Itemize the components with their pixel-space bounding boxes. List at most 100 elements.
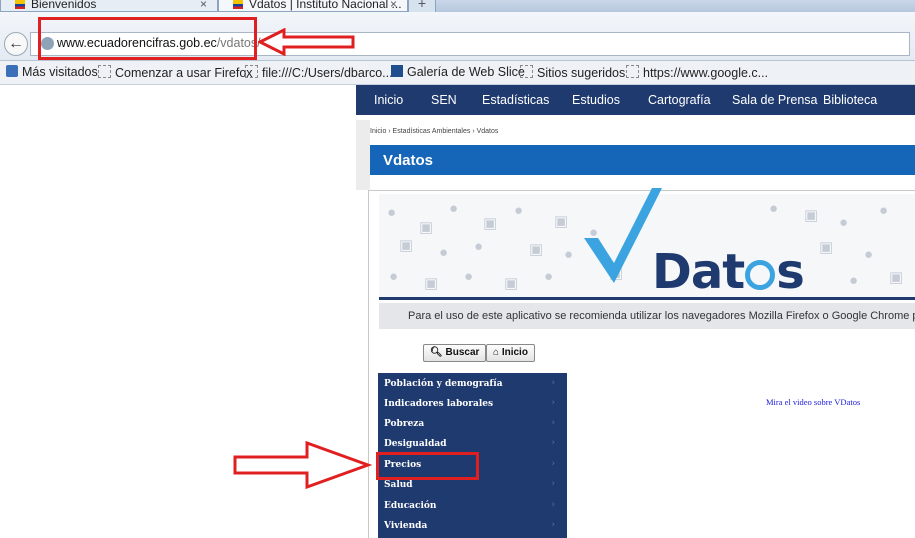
decor-icon: ▣ [483,215,498,232]
back-arrow-icon: ← [8,35,24,52]
nav-cartografia[interactable]: Cartografía [648,93,711,107]
banner-divider [379,297,915,300]
notice-text: Para el uso de este aplicativo se recomi… [408,310,915,322]
decor-icon: ● [439,244,449,261]
new-tab-button[interactable]: + [408,0,436,12]
decor-icon: ● [474,238,484,255]
bookmark-label: https://www.google.c... [643,66,769,80]
bookmark-google[interactable]: https://www.google.c... [626,65,768,80]
menu-item-label: Población y demografía [384,379,503,389]
menu-item-vivienda[interactable]: Vivienda › [378,517,567,537]
bookmark-comenzar-firefox[interactable]: Comenzar a usar Firefox [98,65,253,80]
decor-icon: ● [514,202,524,219]
bookmark-label: Más visitados [22,65,98,79]
nav-inicio[interactable]: Inicio [374,93,403,107]
menu-item-poblacion[interactable]: Población y demografía › [378,375,567,395]
bookmark-sitios-sugeridos[interactable]: Sitios sugeridos [520,65,625,80]
page-icon [245,65,258,78]
chevron-right-icon: › [551,398,555,408]
search-icon: 🔍︎ [430,347,443,358]
close-tab-icon[interactable]: × [390,0,397,12]
left-arrow-annotation-icon [258,28,355,56]
logo-text: Dat [652,244,745,300]
menu-item-label: Salud [384,480,413,490]
bookmark-label: Sitios sugeridos [537,66,626,80]
browser-notice: Para el uso de este aplicativo se recomi… [379,303,915,329]
home-icon: ⌂ [493,347,500,358]
tab-strip: Bienvenidos × Vdatos | Instituto Naciona… [0,0,915,12]
ecuador-flag-icon [15,0,25,9]
decor-icon: ▣ [554,213,569,230]
bookmark-file[interactable]: file:///C:/Users/dbarco... [245,65,393,80]
chevron-right-icon: › [551,459,555,469]
bookmarks-folder-icon [6,65,18,77]
bookmark-label: Galería de Web Slice [407,65,525,79]
decor-icon: ● [864,246,874,263]
bookmark-label: Comenzar a usar Firefox [115,66,253,80]
decor-icon: ● [387,204,397,221]
menu-item-educacion[interactable]: Educación › [378,497,567,517]
decor-icon: ▣ [804,207,819,224]
menu-item-label: Desigualdad [384,439,447,449]
menu-item-indicadores-laborales[interactable]: Indicadores laborales › [378,395,567,415]
decor-icon: ▣ [424,275,439,292]
decor-icon: ● [769,200,779,217]
nav-sen[interactable]: SEN [431,93,457,107]
home-button[interactable]: ⌂ Inicio [486,344,535,362]
decor-icon: ▣ [399,237,414,254]
back-button[interactable]: ← [4,32,28,56]
menu-item-label: Educación [384,501,437,511]
decor-icon: ▣ [529,241,544,258]
logo-text-tail: s [776,244,805,300]
chevron-right-icon: › [551,418,555,428]
tab-vdatos[interactable]: Vdatos | Instituto Nacional ... × [218,0,408,12]
decor-icon: ● [879,202,889,219]
decor-icon: ● [849,272,859,289]
home-button-label: Inicio [501,347,528,358]
page-title: Vdatos [383,152,434,169]
page-icon [520,65,533,78]
decor-icon: ● [564,246,574,263]
chevron-right-icon: › [551,378,555,388]
chevron-right-icon: › [551,479,555,489]
menu-item-label: Indicadores laborales [384,399,494,409]
breadcrumb[interactable]: Inicio › Estadísticas Ambientales › Vdat… [370,128,498,135]
close-tab-icon[interactable]: × [200,0,207,12]
chevron-right-icon: › [551,438,555,448]
chevron-right-icon: › [551,520,555,530]
tab-bienvenidos[interactable]: Bienvenidos × [0,0,218,12]
page-title-bar: Vdatos [370,145,915,175]
url-highlight-box [38,17,257,60]
nav-estudios[interactable]: Estudios [572,93,620,107]
ecuador-flag-icon [233,0,243,9]
menu-item-label: Vivienda [384,521,428,531]
decor-icon: ▣ [504,275,519,292]
decor-icon: ● [839,214,849,231]
tab-label: Vdatos | Instituto Nacional ... [249,0,402,11]
search-button-label: Buscar [445,347,480,358]
tab-label: Bienvenidos [31,0,97,11]
bookmark-label: file:///C:/Users/dbarco... [262,66,393,80]
menu-item-pobreza[interactable]: Pobreza › [378,415,567,435]
precios-highlight-box [376,452,479,480]
bookmark-mas-visitados[interactable]: Más visitados [6,65,98,79]
content-border [356,120,370,190]
menu-item-label: Pobreza [384,419,425,429]
vdatos-logo: Dat s [652,244,805,300]
nav-biblioteca[interactable]: Biblioteca [823,93,877,107]
decor-icon: ● [389,268,399,285]
search-button[interactable]: 🔍︎ Buscar [423,344,487,362]
decor-icon: ● [544,268,554,285]
page-icon [98,65,111,78]
decor-icon: ▣ [819,239,834,256]
decor-icon: ● [449,200,459,217]
right-arrow-annotation-icon [233,440,372,490]
bookmark-web-slice[interactable]: Galería de Web Slice [391,65,525,79]
web-slice-icon [391,65,403,77]
decor-icon: ● [464,268,474,285]
bookmarks-toolbar: Más visitados Comenzar a usar Firefox fi… [0,61,915,85]
video-link[interactable]: Mira el video sobre VDatos [766,397,860,407]
magnifier-o-icon [745,260,776,290]
nav-estadisticas[interactable]: Estadísticas [482,93,549,107]
nav-sala-de-prensa[interactable]: Sala de Prensa [732,93,817,107]
